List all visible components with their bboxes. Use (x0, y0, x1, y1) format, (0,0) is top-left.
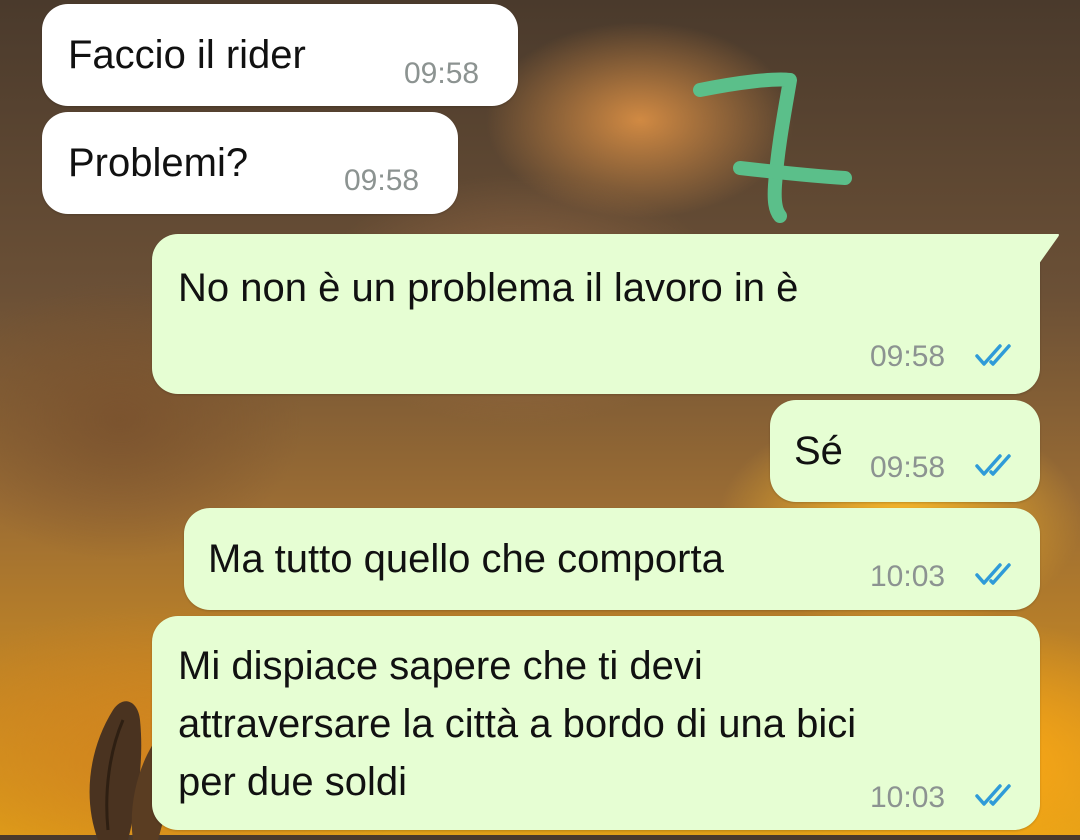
message-text-line: Mi dispiace sapere che ti devi (178, 644, 703, 688)
message-bubble-incoming[interactable]: Problemi? 09:58 (42, 112, 458, 214)
message-text: Sé (794, 429, 843, 473)
message-timestamp: 09:58 (870, 340, 946, 373)
message-timestamp: 10:03 (870, 781, 946, 814)
message-text-line: attraversare la città a bordo di una bic… (178, 702, 857, 746)
double-check-read-icon (975, 784, 1011, 806)
message-bubble-outgoing[interactable]: No non è un problema il lavoro in è 09:5… (152, 234, 1059, 394)
message-timestamp: 10:03 (870, 560, 946, 593)
double-check-read-icon (975, 344, 1011, 366)
message-text-line: per due soldi (178, 760, 408, 804)
message-timestamp: 09:58 (404, 57, 480, 90)
message-timestamp: 09:58 (870, 451, 946, 484)
double-check-read-icon (975, 454, 1011, 476)
message-bubble-outgoing[interactable]: Mi dispiace sapere che ti devi attravers… (152, 616, 1040, 830)
double-check-read-icon (975, 563, 1011, 585)
message-text: No non è un problema il lavoro in è (178, 266, 799, 310)
message-text: Faccio il rider (68, 33, 306, 77)
message-bubble-incoming[interactable]: Faccio il rider 09:58 (42, 4, 518, 106)
handwritten-annotation-seven (693, 72, 852, 223)
bubble-tail-icon (1036, 234, 1059, 268)
message-bubble-outgoing[interactable]: Sé 09:58 (770, 400, 1040, 502)
message-text: Problemi? (68, 141, 249, 185)
message-text: Ma tutto quello che comporta (208, 537, 724, 581)
message-timestamp: 09:58 (344, 164, 420, 197)
message-bubble-outgoing[interactable]: Ma tutto quello che comporta 10:03 (184, 508, 1040, 610)
